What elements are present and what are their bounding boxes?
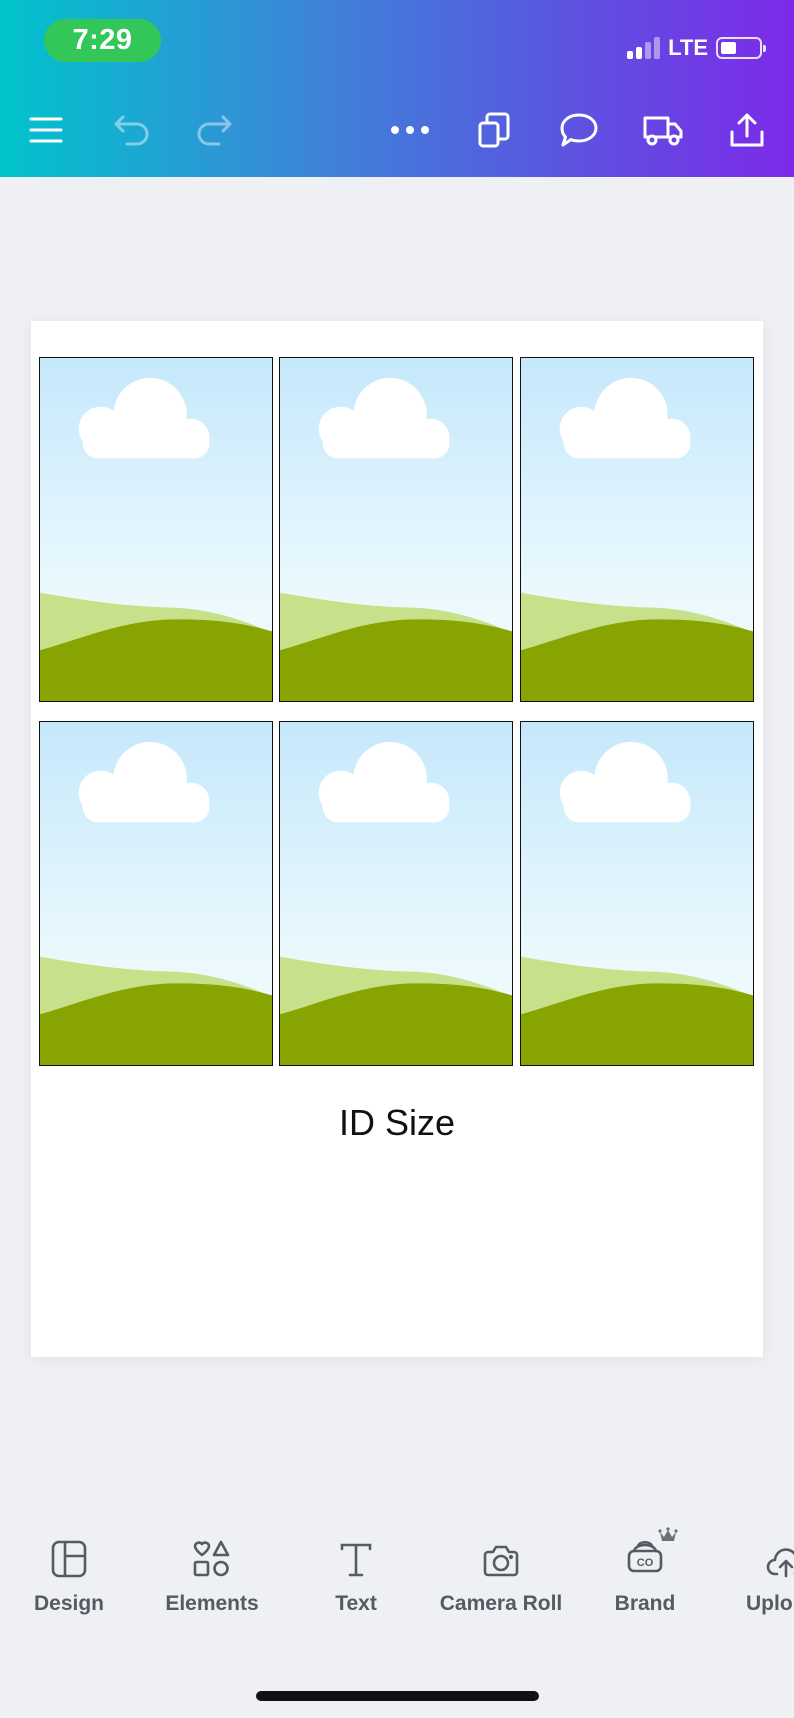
redo-button[interactable] — [189, 108, 239, 152]
undo-button[interactable] — [107, 108, 157, 152]
id-photo-placeholder[interactable] — [39, 357, 273, 702]
id-photo-placeholder[interactable] — [39, 721, 273, 1066]
tab-uploads[interactable]: Uplo — [740, 1520, 794, 1640]
more-icon — [391, 126, 429, 134]
comment-icon — [560, 113, 598, 147]
design-page[interactable]: ID Size — [31, 321, 763, 1357]
tab-label: Uplo — [746, 1592, 793, 1615]
tab-label: Brand — [614, 1592, 676, 1615]
battery-icon — [716, 37, 766, 59]
tab-design[interactable]: Design — [18, 1520, 120, 1640]
upload-cloud-icon — [766, 1548, 794, 1578]
print-delivery-button[interactable] — [638, 108, 688, 152]
landscape-illustration — [521, 741, 753, 1065]
tab-elements[interactable]: Elements — [156, 1520, 268, 1640]
canvas-editor-screen: 7:29 LTE ID Size Design Elements Text Ca… — [0, 0, 794, 1718]
tab-label: Design — [33, 1592, 104, 1615]
design-layout-icon — [51, 1540, 87, 1578]
more-options-button[interactable] — [385, 108, 435, 152]
landscape-illustration — [40, 377, 272, 701]
cellular-signal-icon — [627, 37, 661, 59]
comment-button[interactable] — [554, 108, 604, 152]
tab-label: Camera Roll — [439, 1592, 563, 1615]
id-photo-placeholder[interactable] — [520, 357, 754, 702]
elements-shapes-icon — [193, 1540, 230, 1577]
tab-brand[interactable]: CO Brand — [594, 1520, 696, 1640]
landscape-illustration — [521, 377, 753, 701]
tab-label: Text — [335, 1592, 377, 1615]
share-button[interactable] — [722, 108, 772, 152]
svg-text:CO: CO — [637, 1557, 654, 1569]
landscape-illustration — [280, 741, 512, 1065]
camera-icon — [483, 1545, 519, 1577]
bottom-tab-bar: Design Elements Text Camera Roll CO Bran… — [0, 1520, 794, 1640]
crown-icon — [658, 1527, 678, 1541]
id-photo-placeholder[interactable] — [520, 721, 754, 1066]
caption-text[interactable]: ID Size — [31, 1102, 763, 1144]
share-icon — [730, 113, 764, 147]
pages-icon — [478, 112, 510, 148]
top-toolbar: 7:29 LTE — [0, 0, 794, 177]
landscape-illustration — [280, 377, 512, 701]
status-time: 7:29 — [44, 19, 161, 62]
text-icon — [340, 1543, 372, 1577]
tab-label: Elements — [165, 1592, 259, 1615]
menu-icon — [29, 117, 63, 143]
tab-text[interactable]: Text — [305, 1520, 407, 1640]
network-type: LTE — [668, 35, 708, 60]
status-indicators: LTE — [627, 33, 766, 63]
tab-camera-roll[interactable]: Camera Roll — [433, 1520, 569, 1640]
menu-button[interactable] — [21, 108, 71, 152]
id-photo-placeholder[interactable] — [279, 357, 513, 702]
home-indicator[interactable] — [256, 1691, 539, 1701]
redo-icon — [197, 115, 232, 146]
landscape-illustration — [40, 741, 272, 1065]
pages-button[interactable] — [469, 108, 519, 152]
undo-icon — [114, 115, 149, 146]
print-delivery-icon — [643, 116, 683, 146]
id-photo-placeholder[interactable] — [279, 721, 513, 1066]
